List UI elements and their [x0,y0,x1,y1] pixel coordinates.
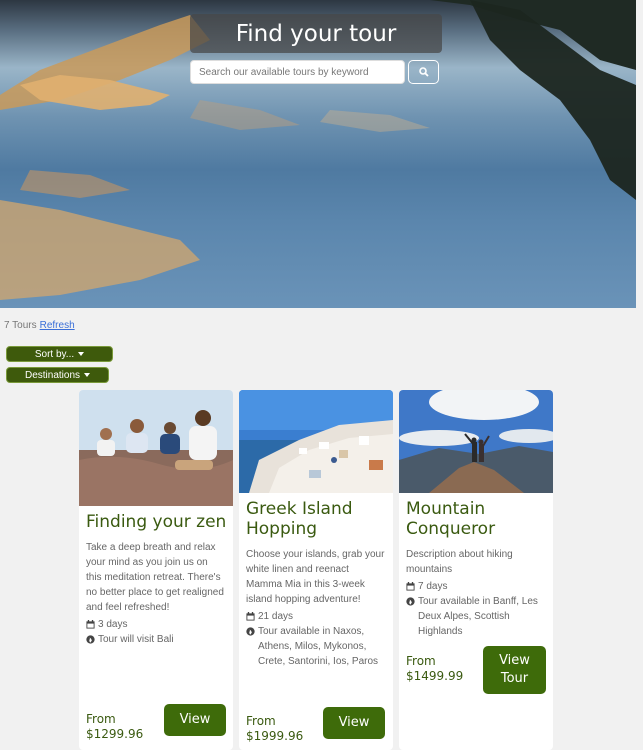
tour-card: Mountain Conqueror Description about hik… [399,390,553,750]
card-title: Mountain Conqueror [406,499,496,539]
card-title: Greek Island Hopping [246,499,353,539]
card-location: Tour available in Banff, Les Deux Alpes,… [406,594,546,639]
search-bar [190,60,440,84]
calendar-icon [86,620,95,629]
view-tour-button[interactable]: View Tour [483,646,546,694]
card-duration: 7 days [406,579,546,594]
card-duration-text: 7 days [418,581,448,592]
sort-dropdown-label: Sort by... [34,348,75,360]
tour-card: Finding your zen Take a deep breath and … [79,390,233,750]
card-price: From $1499.99 [406,654,463,684]
card-duration: 21 days [246,609,386,624]
price-from-label: From [86,712,116,726]
chevron-down-icon [84,373,91,377]
tour-image [399,390,553,493]
card-location-text: Tour will visit Bali [98,634,174,645]
card-location: Tour available in Naxos, Athens, Milos, … [246,624,386,669]
tours-count: 7 Tours Refresh [4,320,75,331]
page-title: Find your tour [190,14,442,53]
refresh-link[interactable]: Refresh [40,320,75,331]
price-value: $1999.96 [246,729,304,743]
view-tour-button[interactable]: View [164,704,226,736]
card-location-text: Tour available in Naxos, Athens, Milos, … [258,626,379,667]
calendar-icon [406,582,415,591]
card-price: From $1299.96 [86,712,143,742]
price-from-label: From [406,654,436,668]
tour-image [79,390,233,506]
search-button[interactable] [408,60,439,84]
card-description: Choose your islands, grab your white lin… [246,549,385,605]
chevron-down-icon [78,352,85,356]
view-tour-button[interactable]: View [323,707,385,739]
card-duration-text: 3 days [98,619,128,630]
tours-count-label: 7 Tours [4,320,37,331]
price-value: $1299.96 [86,727,144,741]
hero-banner: Find your tour [0,0,636,308]
card-location-text: Tour available in Banff, Les Deux Alpes,… [418,596,538,637]
tour-image [239,390,393,493]
card-duration: 3 days [86,617,226,632]
calendar-icon [246,612,255,621]
card-location: Tour will visit Bali [86,632,226,647]
tour-card: Greek Island Hopping Choose your islands… [239,390,393,750]
card-description: Take a deep breath and relax your mind a… [86,542,224,613]
sort-dropdown[interactable]: Sort by... [6,346,113,362]
card-price: From $1999.96 [246,714,303,744]
card-description: Description about hiking mountains [406,549,513,575]
destinations-dropdown[interactable]: Destinations [6,367,109,383]
card-title: Finding your zen [86,512,227,532]
card-duration-text: 21 days [258,611,294,622]
globe-icon [86,635,95,644]
price-from-label: From [246,714,276,728]
search-input[interactable] [190,60,405,84]
destinations-dropdown-label: Destinations [24,369,81,381]
globe-icon [406,597,415,606]
search-icon [418,67,429,77]
price-value: $1499.99 [406,669,464,683]
globe-icon [246,627,255,636]
